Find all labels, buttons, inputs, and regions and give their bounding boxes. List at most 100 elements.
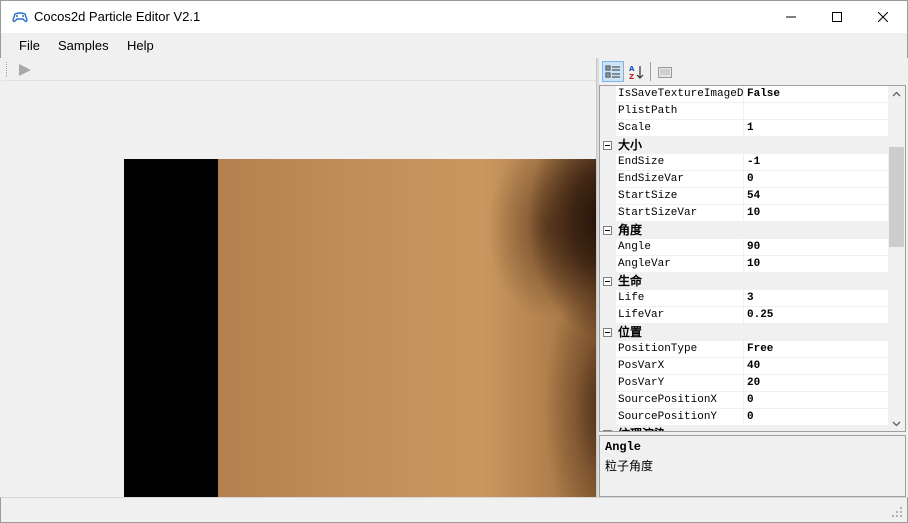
property-grid-scrollbar[interactable] (888, 86, 905, 431)
property-row[interactable]: AngleVar 10 (600, 256, 888, 273)
size-grip-icon[interactable] (891, 506, 903, 518)
property-name: PosVarY (616, 375, 744, 392)
property-value[interactable] (744, 103, 888, 120)
property-value[interactable]: 54 (744, 188, 888, 205)
categorized-button[interactable] (602, 61, 624, 82)
property-row[interactable]: PlistPath (600, 103, 888, 120)
property-name: SourcePositionY (616, 409, 744, 426)
row-gutter (600, 392, 616, 409)
property-pages-button[interactable] (654, 61, 676, 82)
property-value[interactable]: 0 (744, 392, 888, 409)
property-value[interactable]: 40 (744, 358, 888, 375)
property-row[interactable]: PositionType Free (600, 341, 888, 358)
property-row[interactable]: StartSize 54 (600, 188, 888, 205)
collapse-icon[interactable] (603, 226, 612, 235)
property-value[interactable]: Free (744, 341, 888, 358)
row-gutter (600, 290, 616, 307)
collapse-icon[interactable] (603, 277, 612, 286)
property-category[interactable]: 纹理渲染 (600, 426, 888, 431)
property-row[interactable]: StartSizeVar 10 (600, 205, 888, 222)
row-gutter (600, 341, 616, 358)
alphabetical-icon: A Z (629, 65, 644, 80)
property-row[interactable]: LifeVar 0.25 (600, 307, 888, 324)
property-description-panel: Angle 粒子角度 (599, 435, 906, 497)
scroll-down-icon[interactable] (892, 419, 901, 428)
property-pages-icon (658, 66, 672, 78)
maximize-icon (832, 10, 842, 25)
property-row[interactable]: IsSaveTextureImageDataFalse (600, 86, 888, 103)
row-gutter (600, 86, 616, 103)
minimize-button[interactable] (768, 1, 814, 33)
play-icon (19, 64, 31, 76)
property-grid: IsSaveTextureImageDataFalsePlistPathScal… (599, 85, 906, 432)
row-gutter (600, 409, 616, 426)
property-name: PosVarX (616, 358, 744, 375)
property-row[interactable]: EndSize -1 (600, 154, 888, 171)
toolbar-grip[interactable] (6, 62, 9, 77)
property-name: Life (616, 290, 744, 307)
row-gutter (600, 103, 616, 120)
property-row[interactable]: PosVarX 40 (600, 358, 888, 375)
property-row[interactable]: Angle 90 (600, 239, 888, 256)
row-gutter (600, 358, 616, 375)
close-button[interactable] (860, 1, 906, 33)
scrollbar-thumb[interactable] (889, 147, 904, 247)
property-value[interactable]: 20 (744, 375, 888, 392)
property-value[interactable]: 3 (744, 290, 888, 307)
property-name: StartSize (616, 188, 744, 205)
property-value[interactable]: False (744, 86, 888, 103)
property-value[interactable]: 10 (744, 205, 888, 222)
particle-canvas[interactable] (124, 159, 596, 497)
property-name: IsSaveTextureImageData (616, 86, 744, 103)
row-gutter (600, 239, 616, 256)
property-value[interactable]: 1 (744, 120, 888, 137)
property-value[interactable]: 0 (744, 171, 888, 188)
property-category[interactable]: 角度 (600, 222, 888, 239)
property-row[interactable]: SourcePositionX 0 (600, 392, 888, 409)
row-gutter (600, 205, 616, 222)
property-value[interactable]: 0.25 (744, 307, 888, 324)
play-button[interactable] (18, 63, 32, 77)
property-name: PlistPath (616, 103, 744, 120)
property-toolbar: A Z (599, 58, 906, 85)
collapse-icon[interactable] (603, 430, 612, 431)
property-name: EndSize (616, 154, 744, 171)
property-category[interactable]: 生命 (600, 273, 888, 290)
category-label: 位置 (618, 325, 643, 339)
property-grid-rows: IsSaveTextureImageDataFalsePlistPathScal… (600, 86, 888, 431)
maximize-button[interactable] (814, 1, 860, 33)
property-name: Angle (616, 239, 744, 256)
property-value[interactable]: 10 (744, 256, 888, 273)
menu-help[interactable]: Help (127, 38, 154, 53)
row-gutter (600, 120, 616, 137)
property-row[interactable]: SourcePositionY 0 (600, 409, 888, 426)
property-name: EndSizeVar (616, 171, 744, 188)
svg-text:A: A (629, 65, 635, 73)
preview-toolbar (1, 58, 596, 81)
alphabetical-button[interactable]: A Z (625, 61, 647, 82)
categorized-icon (605, 65, 620, 77)
property-row[interactable]: EndSizeVar 0 (600, 171, 888, 188)
property-name: LifeVar (616, 307, 744, 324)
toolbar-separator (650, 62, 651, 81)
collapse-icon[interactable] (603, 328, 612, 337)
property-category[interactable]: 位置 (600, 324, 888, 341)
menu-samples[interactable]: Samples (58, 38, 109, 53)
property-row[interactable]: Life 3 (600, 290, 888, 307)
row-gutter (600, 171, 616, 188)
property-name: SourcePositionX (616, 392, 744, 409)
category-label: 大小 (618, 138, 643, 152)
property-row[interactable]: Scale 1 (600, 120, 888, 137)
collapse-icon[interactable] (603, 141, 612, 150)
row-gutter (600, 256, 616, 273)
property-category[interactable]: 大小 (600, 137, 888, 154)
property-value[interactable]: -1 (744, 154, 888, 171)
property-row[interactable]: PosVarY 20 (600, 375, 888, 392)
category-label: 生命 (618, 274, 643, 288)
property-value[interactable]: 90 (744, 239, 888, 256)
menu-file[interactable]: File (19, 38, 40, 53)
scroll-up-icon[interactable] (892, 90, 901, 99)
gamepad-app-icon (12, 9, 28, 25)
property-value[interactable]: 0 (744, 409, 888, 426)
property-name: PositionType (616, 341, 744, 358)
